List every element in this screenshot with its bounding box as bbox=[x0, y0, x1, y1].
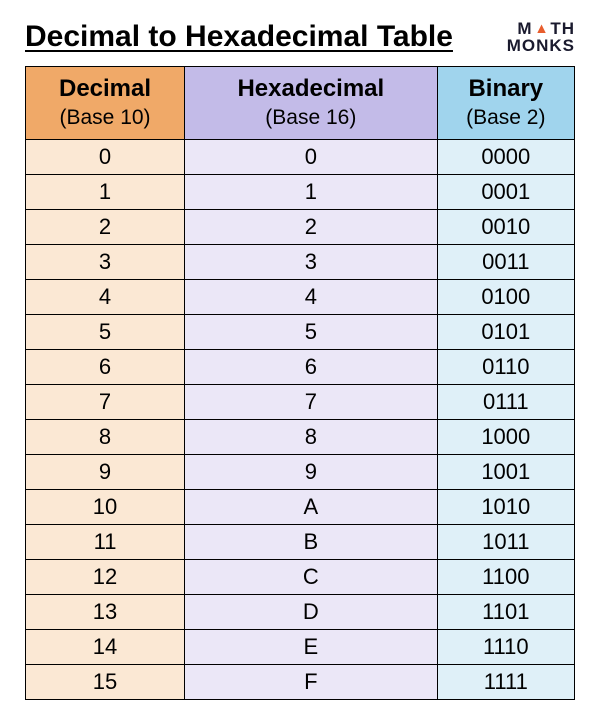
table-cell: 0000 bbox=[437, 140, 574, 175]
table-cell: 1000 bbox=[437, 420, 574, 455]
logo: M▲TH MONKS bbox=[507, 20, 575, 54]
table-cell: 1101 bbox=[437, 595, 574, 630]
table-cell: 9 bbox=[26, 455, 185, 490]
column-subtitle: (Base 2) bbox=[438, 104, 574, 131]
table-cell: 13 bbox=[26, 595, 185, 630]
column-subtitle: (Base 16) bbox=[185, 104, 437, 131]
table-cell: 6 bbox=[26, 350, 185, 385]
table-row: 10A1010 bbox=[26, 490, 575, 525]
table-row: 220010 bbox=[26, 210, 575, 245]
table-cell: 15 bbox=[26, 665, 185, 700]
column-header-hexadecimal: Hexadecimal (Base 16) bbox=[185, 67, 438, 140]
table-row: 660110 bbox=[26, 350, 575, 385]
table-cell: 1011 bbox=[437, 525, 574, 560]
table-cell: D bbox=[185, 595, 438, 630]
table-header-row: Decimal (Base 10) Hexadecimal (Base 16) … bbox=[26, 67, 575, 140]
table-row: 110001 bbox=[26, 175, 575, 210]
conversion-table: Decimal (Base 10) Hexadecimal (Base 16) … bbox=[25, 66, 575, 700]
table-cell: 0001 bbox=[437, 175, 574, 210]
table-row: 991001 bbox=[26, 455, 575, 490]
table-cell: 3 bbox=[185, 245, 438, 280]
table-cell: 0111 bbox=[437, 385, 574, 420]
table-cell: 1100 bbox=[437, 560, 574, 595]
table-cell: 1111 bbox=[437, 665, 574, 700]
table-cell: 14 bbox=[26, 630, 185, 665]
table-cell: 4 bbox=[26, 280, 185, 315]
table-cell: 11 bbox=[26, 525, 185, 560]
table-cell: 0 bbox=[26, 140, 185, 175]
table-cell: 5 bbox=[185, 315, 438, 350]
column-subtitle: (Base 10) bbox=[26, 104, 184, 131]
table-cell: 6 bbox=[185, 350, 438, 385]
table-cell: 4 bbox=[185, 280, 438, 315]
table-cell: 0110 bbox=[437, 350, 574, 385]
table-cell: 5 bbox=[26, 315, 185, 350]
table-row: 770111 bbox=[26, 385, 575, 420]
header: Decimal to Hexadecimal Table M▲TH MONKS bbox=[25, 20, 575, 54]
table-row: 14E1110 bbox=[26, 630, 575, 665]
table-cell: 0010 bbox=[437, 210, 574, 245]
table-cell: 1110 bbox=[437, 630, 574, 665]
table-cell: A bbox=[185, 490, 438, 525]
table-cell: 7 bbox=[26, 385, 185, 420]
table-cell: 7 bbox=[185, 385, 438, 420]
column-title: Hexadecimal bbox=[185, 73, 437, 104]
table-cell: 10 bbox=[26, 490, 185, 525]
table-cell: 1001 bbox=[437, 455, 574, 490]
table-cell: 2 bbox=[185, 210, 438, 245]
table-cell: 1 bbox=[185, 175, 438, 210]
column-header-decimal: Decimal (Base 10) bbox=[26, 67, 185, 140]
table-cell: 0011 bbox=[437, 245, 574, 280]
page-title: Decimal to Hexadecimal Table bbox=[25, 20, 453, 54]
table-row: 000000 bbox=[26, 140, 575, 175]
table-row: 15F1111 bbox=[26, 665, 575, 700]
table-row: 550101 bbox=[26, 315, 575, 350]
table-cell: 8 bbox=[26, 420, 185, 455]
table-cell: C bbox=[185, 560, 438, 595]
table-row: 440100 bbox=[26, 280, 575, 315]
table-cell: 12 bbox=[26, 560, 185, 595]
logo-triangle-icon: ▲ bbox=[534, 21, 549, 35]
table-cell: 8 bbox=[185, 420, 438, 455]
column-title: Binary bbox=[438, 73, 574, 104]
table-cell: B bbox=[185, 525, 438, 560]
table-cell: 3 bbox=[26, 245, 185, 280]
table-cell: 9 bbox=[185, 455, 438, 490]
table-cell: E bbox=[185, 630, 438, 665]
table-cell: F bbox=[185, 665, 438, 700]
table-row: 881000 bbox=[26, 420, 575, 455]
column-title: Decimal bbox=[26, 73, 184, 104]
table-row: 13D1101 bbox=[26, 595, 575, 630]
table-cell: 0101 bbox=[437, 315, 574, 350]
table-body: 0000001100012200103300114401005501016601… bbox=[26, 140, 575, 700]
table-row: 330011 bbox=[26, 245, 575, 280]
table-row: 11B1011 bbox=[26, 525, 575, 560]
logo-line2: MONKS bbox=[507, 37, 575, 54]
table-cell: 0100 bbox=[437, 280, 574, 315]
table-cell: 1 bbox=[26, 175, 185, 210]
table-cell: 0 bbox=[185, 140, 438, 175]
column-header-binary: Binary (Base 2) bbox=[437, 67, 574, 140]
table-row: 12C1100 bbox=[26, 560, 575, 595]
table-cell: 1010 bbox=[437, 490, 574, 525]
table-cell: 2 bbox=[26, 210, 185, 245]
